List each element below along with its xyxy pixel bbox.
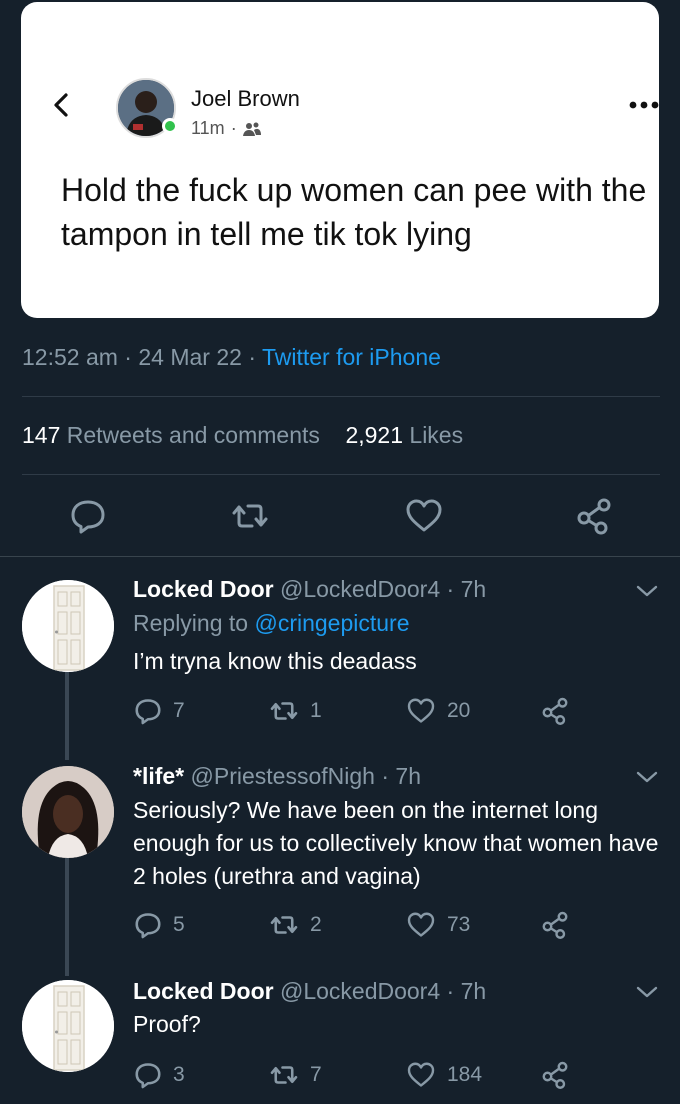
retweet-count: 7: [310, 1063, 322, 1086]
embedded-post-card: Joel Brown 11m · Hold the fuck up women …: [21, 2, 659, 318]
share-action[interactable]: [540, 910, 570, 940]
retweet-icon: [270, 1066, 298, 1084]
reply-author-handle[interactable]: @LockedDoor4: [280, 978, 440, 1004]
divider: [22, 474, 660, 475]
like-heart-icon: [407, 698, 435, 723]
reply-action[interactable]: 5: [133, 910, 185, 940]
chevron-down-icon[interactable]: [636, 770, 658, 784]
more-options-icon[interactable]: [627, 98, 661, 112]
replying-to: Replying to @cringepicture: [133, 610, 410, 636]
retweet-count: 1: [310, 699, 322, 722]
reply-text: I’m tryna know this deadass: [133, 648, 417, 674]
reply-header: Locked Door @LockedDoor4 · 7h: [133, 978, 487, 1004]
reply-text: Seriously? We have been on the internet …: [133, 797, 659, 889]
meta-separator: ·: [230, 118, 237, 138]
reply-header: Locked Door @LockedDoor4 · 7h: [133, 576, 487, 602]
poster-meta: 11m ·: [191, 118, 261, 139]
share-icon: [542, 1061, 568, 1089]
retweet-action[interactable]: 1: [268, 696, 322, 726]
reply-author-handle[interactable]: @PriestessofNigh: [191, 763, 375, 789]
like-heart-icon: [407, 912, 435, 937]
reply-avatar[interactable]: [22, 580, 114, 672]
reply-time: 7h: [395, 763, 421, 789]
replying-to-handle[interactable]: @cringepicture: [254, 610, 409, 636]
retweet-icon[interactable]: [230, 496, 270, 536]
like-action[interactable]: 73: [405, 910, 470, 940]
tweet-client-link[interactable]: Twitter for iPhone: [262, 344, 441, 370]
share-action[interactable]: [540, 696, 570, 726]
reply-author-handle[interactable]: @LockedDoor4: [280, 576, 440, 602]
chevron-down-icon[interactable]: [636, 985, 658, 999]
retweet-action[interactable]: 7: [268, 1060, 322, 1090]
retweet-count: 2: [310, 913, 322, 936]
reply-count: 7: [173, 699, 185, 722]
reply-avatar[interactable]: [22, 766, 114, 858]
reply-author-name[interactable]: Locked Door: [133, 978, 274, 1004]
share-icon: [542, 697, 568, 725]
friends-audience-icon: [242, 122, 261, 136]
tweet-stats: 147 Retweets and comments 2,921 Likes: [22, 422, 463, 449]
divider: [22, 396, 660, 397]
reply-icon: [135, 1063, 161, 1089]
back-chevron-icon[interactable]: [47, 90, 77, 120]
like-count: 184: [447, 1063, 483, 1086]
poster-avatar[interactable]: [116, 78, 178, 138]
share-action[interactable]: [540, 1060, 570, 1090]
reply-time: 7h: [460, 576, 487, 602]
reply-icon: [135, 913, 161, 939]
retweets-stat[interactable]: 147 Retweets and comments: [22, 422, 320, 448]
tweet-meta-line: 12:52 am · 24 Mar 22 · Twitter for iPhon…: [22, 344, 441, 370]
like-heart-icon: [407, 1062, 435, 1087]
like-action[interactable]: 20: [405, 696, 470, 726]
post-text: Hold the fuck up women can pee with the …: [61, 172, 647, 252]
tweet-date: 24 Mar 22: [138, 344, 242, 370]
reply-count: 5: [173, 913, 185, 936]
person-photo-icon: [22, 766, 114, 858]
share-icon: [542, 911, 568, 939]
retweet-icon: [270, 916, 298, 934]
thread-connector-line: [65, 672, 69, 760]
retweet-action[interactable]: 2: [268, 910, 322, 940]
reply-icon[interactable]: [68, 496, 108, 536]
like-action[interactable]: 184: [405, 1060, 482, 1090]
like-heart-icon[interactable]: [404, 496, 444, 536]
reply-header: *life* @PriestessofNigh · 7h: [133, 763, 421, 789]
reply-author-name[interactable]: *life*: [133, 763, 184, 789]
post-time: 11m: [191, 118, 225, 138]
reply-action[interactable]: 3: [133, 1060, 185, 1090]
tweet-time: 12:52 am: [22, 344, 118, 370]
door-avatar-icon: [22, 980, 114, 1072]
poster-name[interactable]: Joel Brown: [191, 86, 300, 112]
chevron-down-icon[interactable]: [636, 584, 658, 598]
door-avatar-icon: [22, 580, 114, 672]
reply-icon: [135, 699, 161, 725]
like-count: 73: [447, 913, 471, 936]
like-count: 20: [447, 699, 471, 722]
reply-action[interactable]: 7: [133, 696, 185, 726]
online-status-dot: [162, 118, 178, 134]
reply-text: Proof?: [133, 1011, 201, 1037]
reply-count: 3: [173, 1063, 185, 1086]
likes-stat[interactable]: 2,921 Likes: [345, 422, 463, 448]
reply-author-name[interactable]: Locked Door: [133, 576, 274, 602]
retweet-icon: [270, 702, 298, 720]
share-icon[interactable]: [574, 496, 614, 536]
reply-avatar[interactable]: [22, 980, 114, 1072]
thread-connector-line: [65, 858, 69, 976]
section-divider: [0, 556, 680, 557]
reply-time: 7h: [460, 978, 487, 1004]
